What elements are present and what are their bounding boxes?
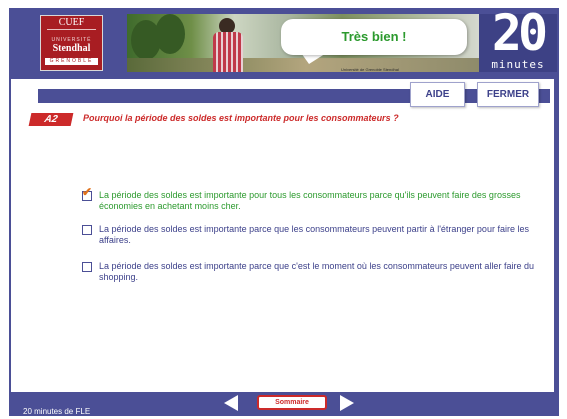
photo-caption: Université de Grenoble Stendhal [341, 67, 399, 72]
brand-word: minutes [491, 58, 545, 71]
content-panel: AIDE FERMER A2 Pourquoi la période des s… [11, 79, 554, 392]
answer-checkbox[interactable] [82, 225, 92, 235]
question-level-badge: A2 [28, 113, 74, 126]
logo-cuef-text: CUEF [58, 17, 85, 28]
answer-checkbox[interactable] [82, 262, 92, 272]
help-button[interactable]: AIDE [410, 82, 465, 107]
feedback-text: Très bien ! [341, 29, 407, 44]
checkmark-icon: ✔ [82, 185, 93, 199]
toolbar-band [38, 89, 550, 103]
20-minutes-logo: 20 minutes [479, 4, 557, 72]
header: CUEF UNIVERSITÉ Stendhal GRENOBLE Très b… [9, 4, 559, 78]
logo-divider [47, 29, 96, 30]
next-arrow-icon[interactable] [340, 395, 354, 411]
feedback-speech-bubble: Très bien ! [281, 19, 467, 55]
close-button[interactable]: FERMER [477, 82, 539, 107]
brand-number: 20 [491, 4, 548, 62]
photo-person [209, 18, 245, 72]
footer-label: 20 minutes de FLE [23, 407, 91, 416]
cuef-logo: CUEF UNIVERSITÉ Stendhal GRENOBLE [40, 15, 103, 71]
question-text: Pourquoi la période des soldes est impor… [83, 113, 399, 123]
person-body [213, 32, 243, 72]
logo-city-text: GRENOBLE [45, 58, 98, 65]
app-window: CUEF UNIVERSITÉ Stendhal GRENOBLE Très b… [9, 4, 559, 416]
photo-tree [155, 14, 185, 54]
logo-stendhal-text: Stendhal [52, 43, 91, 54]
answer-text: La période des soldes est importante par… [99, 261, 534, 282]
answer-checkbox[interactable]: ✔ [82, 186, 92, 201]
answer-text: La période des soldes est importante pou… [99, 190, 521, 211]
previous-arrow-icon[interactable] [224, 395, 238, 411]
answer-text: La période des soldes est importante par… [99, 224, 529, 245]
summary-button[interactable]: Sommaire [257, 395, 327, 410]
